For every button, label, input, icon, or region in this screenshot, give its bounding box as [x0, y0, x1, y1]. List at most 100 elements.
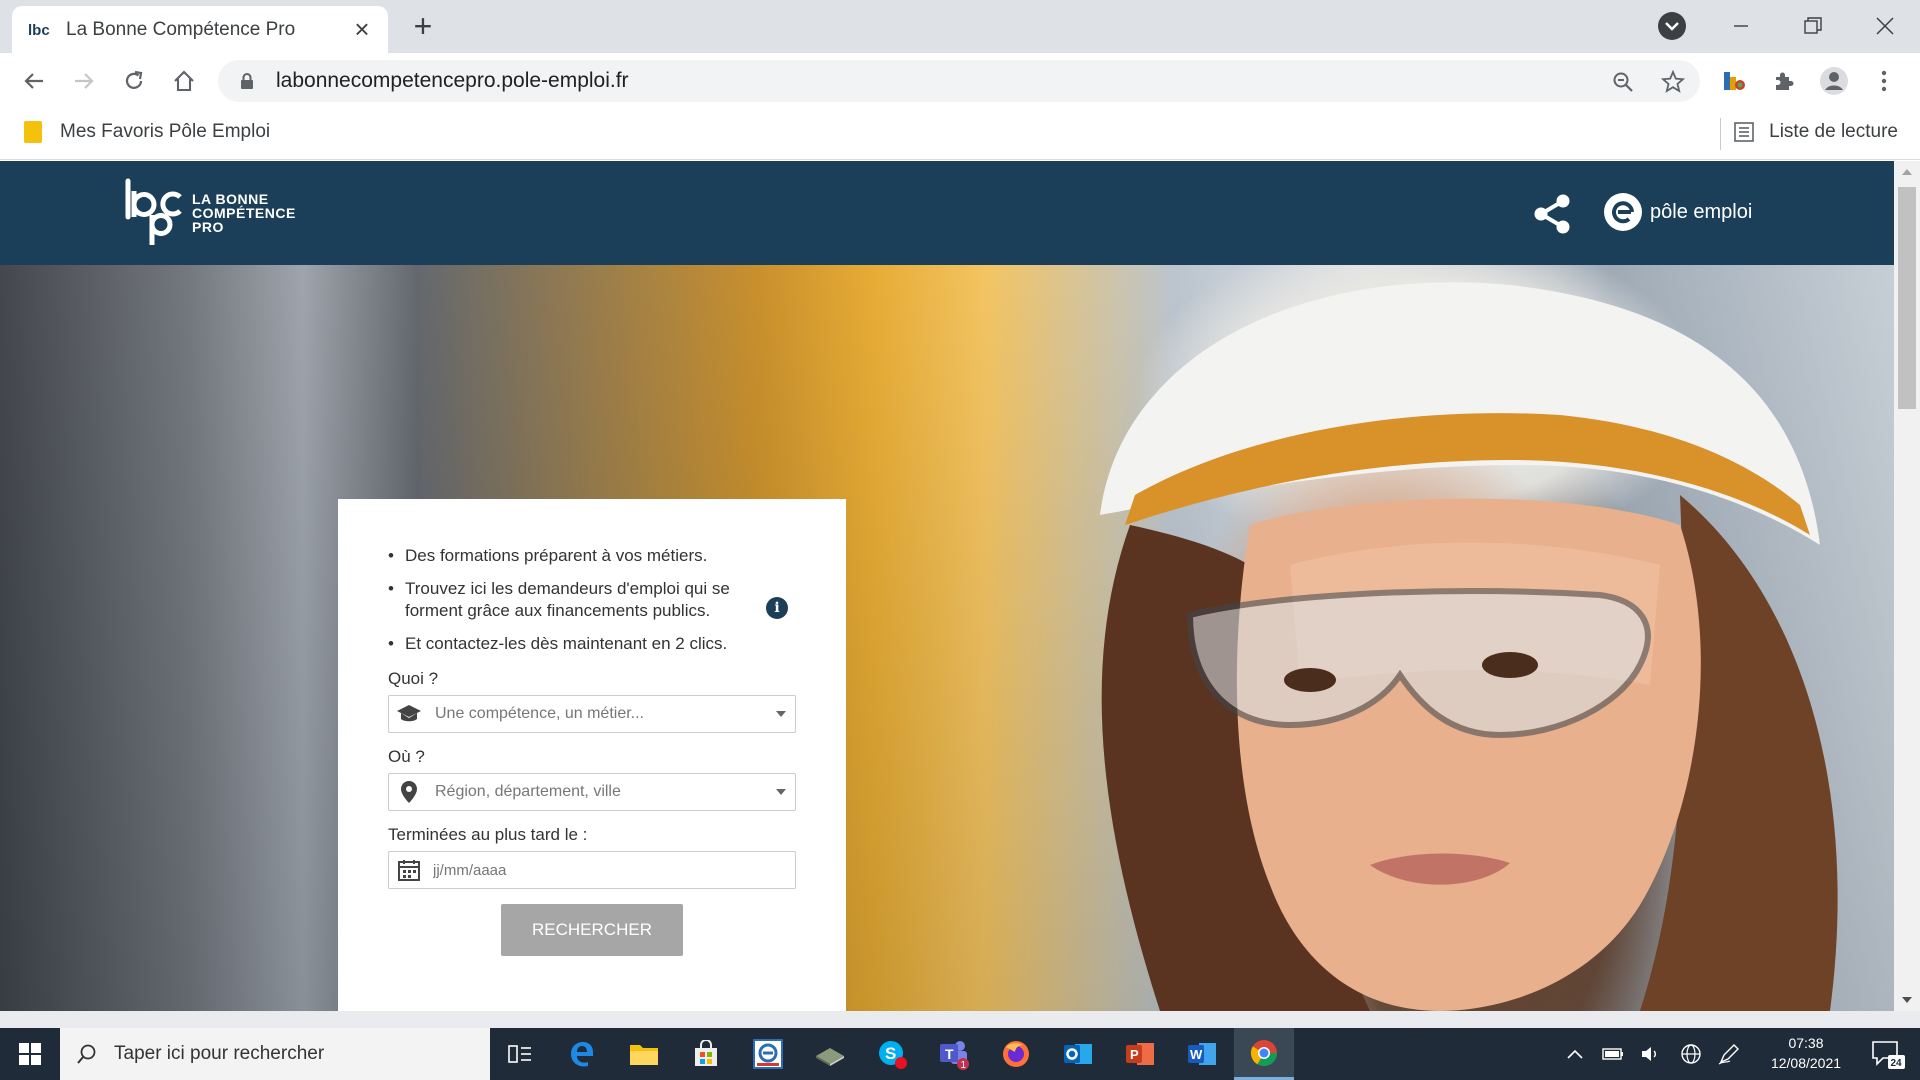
quoi-label: Quoi ? — [388, 669, 439, 688]
hero-worker-image — [1100, 282, 1838, 1011]
chrome-menu-icon[interactable] — [1866, 63, 1902, 99]
chrome-app-icon[interactable] — [1234, 1028, 1294, 1080]
task-view-button[interactable] — [490, 1028, 550, 1080]
bookmark-star-icon[interactable] — [1660, 69, 1686, 95]
pen-ink-icon[interactable] — [1714, 1028, 1744, 1080]
new-tab-button[interactable]: + — [408, 10, 438, 42]
back-button[interactable] — [16, 63, 52, 99]
books-app-icon[interactable] — [800, 1028, 860, 1080]
bookmark-page-icon — [24, 121, 42, 143]
clock-date: 12/08/2021 — [1770, 1055, 1842, 1071]
close-window-button[interactable] — [1860, 10, 1910, 42]
windows-taskbar: Taper ici pour rechercher S T1 P W 07:38… — [0, 1028, 1920, 1080]
logo-line-3: PRO — [192, 219, 224, 235]
pole-emploi-text: pôle emploi — [1650, 200, 1753, 223]
info-icon[interactable]: i — [766, 597, 788, 619]
scroll-up-arrow-icon[interactable] — [1902, 169, 1912, 175]
ou-select[interactable]: Région, département, ville — [388, 773, 796, 811]
taskbar-search-placeholder: Taper ici pour rechercher — [114, 1043, 325, 1064]
search-card: Des formations préparent à vos métiers. … — [338, 499, 846, 1011]
battery-icon[interactable] — [1598, 1028, 1628, 1080]
taskbar-search-box[interactable]: Taper ici pour rechercher — [60, 1028, 490, 1080]
ou-placeholder: Région, département, ville — [435, 783, 621, 800]
home-button[interactable] — [166, 63, 202, 99]
browser-toolbar: labonnecompetencepro.pole-emploi.fr — [0, 53, 1920, 109]
system-clock[interactable]: 07:38 12/08/2021 — [1758, 1033, 1854, 1073]
restore-window-button[interactable] — [1788, 10, 1838, 42]
bookmark-folder-favoris[interactable]: Mes Favoris Pôle Emploi — [24, 121, 270, 143]
graduation-cap-icon — [389, 696, 429, 732]
reading-list-button[interactable]: Liste de lecture — [1733, 121, 1898, 143]
reading-list-label: Liste de lecture — [1769, 121, 1898, 142]
pole-emploi-logo[interactable]: pôle emploi — [1604, 193, 1752, 231]
file-explorer-app-icon[interactable] — [614, 1028, 674, 1080]
svg-text:S: S — [885, 1044, 896, 1063]
chevron-down-icon — [767, 774, 795, 810]
edge-app-icon[interactable] — [552, 1028, 612, 1080]
browser-tab-active[interactable]: lbc La Bonne Compétence Pro × — [12, 6, 388, 53]
volume-icon[interactable] — [1636, 1028, 1666, 1080]
url-text: labonnecompetencepro.pole-emploi.fr — [276, 69, 629, 92]
bookmark-label: Mes Favoris Pôle Emploi — [60, 121, 271, 142]
svg-text:T: T — [945, 1046, 954, 1062]
firefox-app-icon[interactable] — [986, 1028, 1046, 1080]
svg-text:24: 24 — [1891, 1058, 1903, 1069]
outlook-app-icon[interactable] — [1048, 1028, 1108, 1080]
skype-app-icon[interactable]: S — [862, 1028, 922, 1080]
svg-text:lbc: lbc — [28, 22, 50, 39]
clock-time: 07:38 — [1788, 1035, 1824, 1051]
bookmarks-bar: Mes Favoris Pôle Emploi Liste de lecture — [0, 109, 1920, 160]
svg-text:P: P — [1130, 1047, 1139, 1062]
page-bottom-strip — [0, 1011, 1920, 1028]
minimize-window-button[interactable] — [1716, 10, 1766, 42]
intro-bullet-3: Et contactez-les dès maintenant en 2 cli… — [388, 633, 796, 655]
svg-text:W: W — [1190, 1047, 1203, 1062]
forward-button[interactable] — [66, 63, 102, 99]
date-label: Terminées au plus tard le : — [388, 825, 588, 844]
share-icon[interactable] — [1532, 193, 1574, 235]
scroll-down-arrow-icon[interactable] — [1902, 997, 1912, 1003]
tray-overflow-chevron-icon[interactable] — [1560, 1028, 1590, 1080]
teams-app-icon[interactable]: T1 — [924, 1028, 984, 1080]
page-scrollbar[interactable] — [1894, 161, 1920, 1011]
tab-search-button[interactable] — [1658, 12, 1686, 40]
hero-banner: Des formations préparent à vos métiers. … — [0, 265, 1894, 1011]
notification-icon: 24 — [1872, 1041, 1905, 1069]
quoi-placeholder: Une compétence, un métier... — [435, 705, 644, 722]
date-input[interactable] — [433, 861, 773, 879]
address-bar[interactable]: labonnecompetencepro.pole-emploi.fr — [218, 60, 1700, 102]
lbc-logo-mark-icon — [125, 178, 182, 245]
windows-start-button[interactable] — [0, 1028, 60, 1080]
rechercher-button[interactable]: RECHERCHER — [501, 904, 683, 956]
tab-close-icon[interactable]: × — [350, 16, 374, 42]
map-pin-icon — [389, 774, 429, 810]
calendar-icon — [389, 852, 429, 888]
zoom-icon[interactable] — [1610, 69, 1636, 95]
site-header: LA BONNE COMPÉTENCE PRO pôle emploi — [0, 161, 1894, 265]
tab-title: La Bonne Compétence Pro — [66, 18, 296, 40]
intranet-app-icon[interactable] — [738, 1028, 798, 1080]
pole-emploi-mark-icon — [1604, 193, 1642, 231]
quoi-select[interactable]: Une compétence, un métier... — [388, 695, 796, 733]
browser-tab-strip: lbc La Bonne Compétence Pro × + — [0, 0, 1920, 53]
extensions-puzzle-icon[interactable] — [1766, 63, 1802, 99]
lock-icon[interactable] — [238, 72, 256, 90]
site-favicon-icon: lbc — [26, 17, 52, 43]
intro-bullet-1: Des formations préparent à vos métiers. — [388, 545, 796, 567]
scroll-thumb[interactable] — [1898, 187, 1916, 409]
page-viewport: LA BONNE COMPÉTENCE PRO pôle emploi • De… — [0, 161, 1894, 1011]
reload-button[interactable] — [116, 63, 152, 99]
profile-avatar-icon[interactable] — [1816, 63, 1852, 99]
powerpoint-app-icon[interactable]: P — [1110, 1028, 1170, 1080]
logo-line-2: COMPÉTENCE — [192, 205, 296, 221]
date-field[interactable] — [388, 851, 796, 889]
ou-label: Où ? — [388, 747, 425, 766]
extension-color-icon[interactable] — [1716, 63, 1752, 99]
intro-bullets: Des formations préparent à vos métiers. … — [388, 545, 796, 655]
network-globe-icon[interactable] — [1676, 1028, 1706, 1080]
word-app-icon[interactable]: W — [1172, 1028, 1232, 1080]
search-icon — [77, 1044, 96, 1064]
microsoft-store-app-icon[interactable] — [676, 1028, 736, 1080]
action-center-button[interactable]: 24 — [1862, 1028, 1914, 1080]
lbc-logo[interactable]: LA BONNE COMPÉTENCE PRO — [122, 177, 296, 249]
